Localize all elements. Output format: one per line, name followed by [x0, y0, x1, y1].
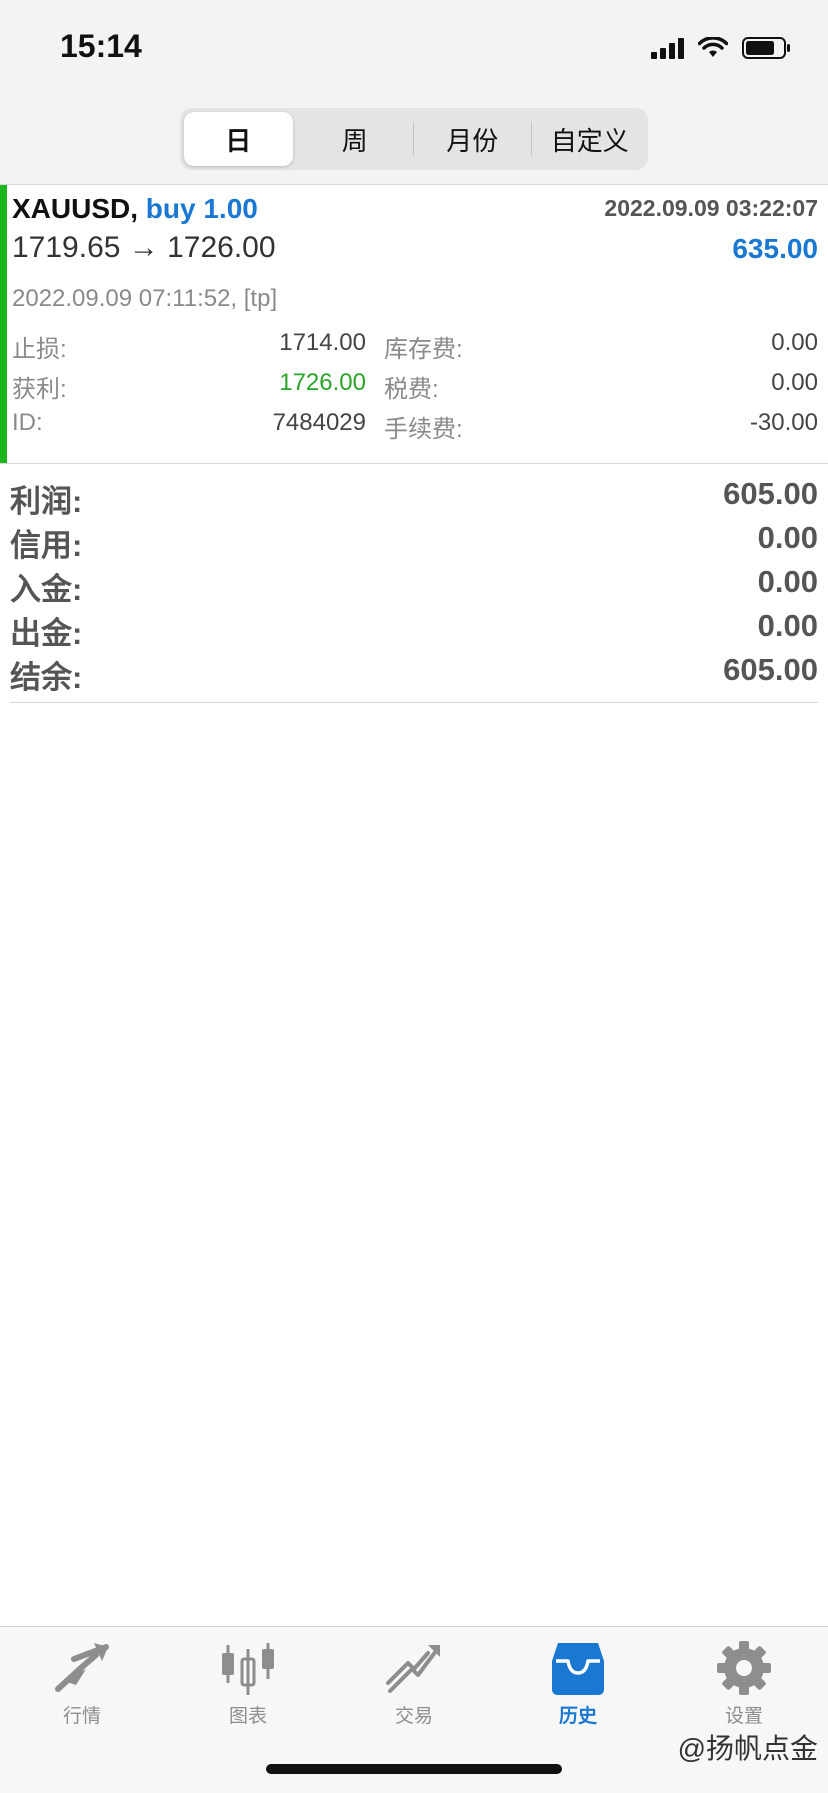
chart-icon [222, 1643, 274, 1695]
settings-icon [717, 1641, 771, 1695]
trade-open-time: 2022.09.09 03:22:07 [604, 195, 818, 221]
wifi-icon [698, 37, 728, 57]
segment-month[interactable]: 月份 [418, 112, 527, 166]
trade-side: buy 1.00 [145, 193, 258, 224]
segment-week[interactable]: 周 [301, 112, 410, 166]
swap-label: 库存费: [384, 336, 463, 363]
id-label: ID: [12, 409, 43, 436]
profit-indicator-bar [0, 185, 7, 463]
tax-label: 税费: [384, 376, 439, 403]
swap-value: 0.00 [771, 329, 818, 356]
history-icon [552, 1643, 604, 1695]
summary-row-profit: 利润: 605.00 [10, 476, 818, 520]
summary-label: 出金: [10, 616, 83, 651]
summary-value: 605.00 [723, 652, 818, 687]
commission-label: 手续费: [384, 416, 463, 443]
trade-profit: 635.00 [732, 233, 818, 264]
tab-chart[interactable]: 图表 [188, 1639, 308, 1739]
status-time: 15:14 [60, 28, 142, 64]
segment-divider [530, 122, 532, 156]
trade-entry[interactable]: XAUUSD, buy 1.00 2022.09.09 03:22:07 171… [0, 184, 828, 464]
stop-loss-value: 1714.00 [279, 329, 366, 356]
summary-label: 入金: [10, 572, 83, 607]
battery-icon [742, 37, 790, 59]
tab-label: 历史 [558, 1706, 597, 1727]
trade-symbol: XAUUSD, [12, 193, 139, 224]
summary-row-credit: 信用: 0.00 [10, 520, 818, 564]
summary-value: 0.00 [757, 520, 818, 555]
segment-divider [413, 122, 414, 156]
period-selector: 日 周 月份 自定义 [180, 108, 648, 170]
take-profit-value: 1726.00 [279, 369, 366, 396]
segment-day[interactable]: 日 [184, 112, 293, 166]
stop-loss-label: 止损: [12, 336, 67, 363]
trade-symbol-line: XAUUSD, buy 1.00 [12, 193, 258, 225]
watermark: @扬帆点金 [677, 1733, 818, 1764]
tax-value: 0.00 [771, 369, 818, 396]
tab-trade[interactable]: 交易 [354, 1639, 474, 1739]
trade-icon [386, 1645, 440, 1693]
cellular-signal-icon [651, 37, 684, 59]
summary-value: 0.00 [757, 608, 818, 643]
header-area: 15:14 日 周 月份 自定义 [0, 0, 828, 184]
summary-value: 605.00 [723, 476, 818, 511]
summary-row-balance: 结余: 605.00 [10, 652, 818, 696]
tab-history[interactable]: 历史 [518, 1639, 638, 1739]
commission-value: -30.00 [749, 409, 818, 436]
tab-quotes[interactable]: 行情 [22, 1639, 142, 1739]
tab-label: 交易 [394, 1706, 433, 1727]
summary-label: 结余: [10, 660, 83, 695]
tab-label: 图表 [228, 1706, 267, 1727]
summary-value: 0.00 [757, 564, 818, 599]
tab-settings[interactable]: 设置 [684, 1639, 804, 1739]
summary-row-deposit: 入金: 0.00 [10, 564, 818, 608]
tab-label: 行情 [62, 1706, 101, 1727]
status-icons [651, 36, 792, 60]
account-summary: 利润: 605.00 信用: 0.00 入金: 0.00 出金: 0.00 结余… [10, 474, 818, 703]
summary-row-withdrawal: 出金: 0.00 [10, 608, 818, 652]
tab-label: 设置 [724, 1706, 763, 1727]
trade-prices: 1719.65 → 1726.00 [12, 231, 276, 264]
home-indicator[interactable] [266, 1764, 562, 1774]
id-value: 7484029 [272, 409, 366, 436]
summary-label: 利润: [10, 484, 83, 519]
trade-close-info: 2022.09.09 07:11:52, [tp] [12, 285, 278, 312]
take-profit-label: 获利: [12, 376, 67, 403]
quotes-icon [55, 1643, 109, 1692]
summary-label: 信用: [10, 528, 83, 563]
segment-custom[interactable]: 自定义 [536, 112, 645, 166]
